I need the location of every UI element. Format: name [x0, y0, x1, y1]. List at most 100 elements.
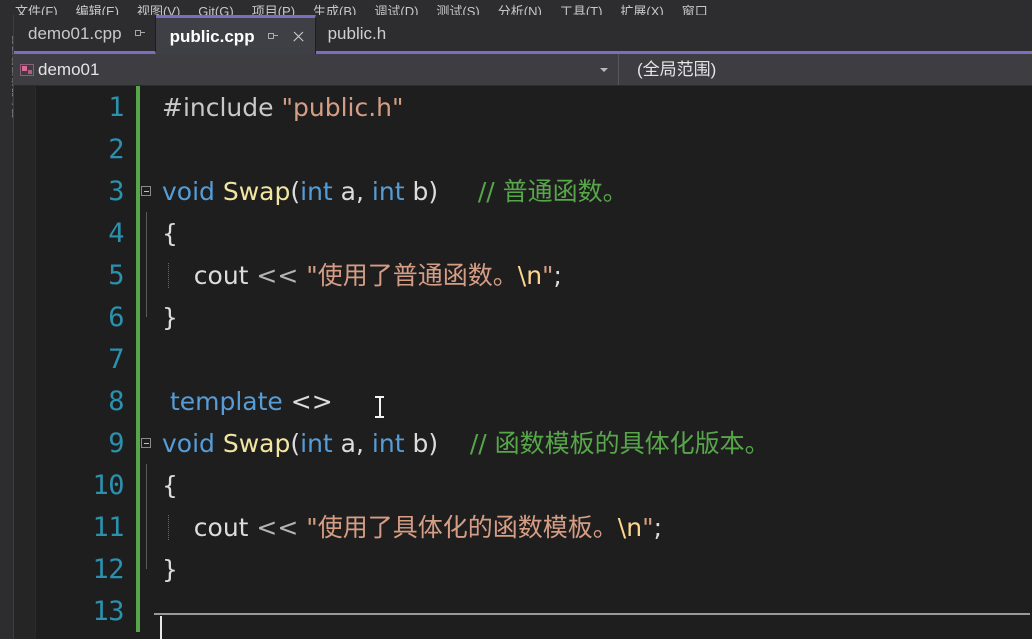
menu-item[interactable]: 文件(F) — [6, 5, 67, 15]
project-scope-dropdown[interactable]: demo01 — [14, 54, 618, 85]
code-text[interactable]: } — [154, 557, 1032, 582]
project-icon — [20, 63, 34, 76]
code-token: b) — [404, 176, 439, 206]
code-editor[interactable]: 1 #include "public.h" 2 3 void Swap(int a, i… — [14, 86, 1032, 639]
code-token: << — [256, 260, 307, 290]
editor-tab-label: public.h — [327, 23, 387, 43]
code-token: cout — [162, 260, 257, 290]
menu-item[interactable]: 测试(S) — [427, 5, 488, 15]
code-token: Swap — [222, 176, 291, 206]
indent-guide — [168, 514, 169, 540]
project-scope-value: demo01 — [38, 60, 100, 79]
code-line[interactable]: 12} — [36, 548, 1032, 590]
menu-item[interactable]: 工具(T) — [551, 5, 612, 15]
editor-tab[interactable]: public.cpp — [155, 15, 316, 54]
outlining-guide — [140, 86, 154, 128]
code-token: << — [256, 512, 307, 542]
code-text[interactable]: { — [154, 473, 1032, 498]
menu-item[interactable]: Git(G) — [189, 5, 242, 15]
visual-studio-window: 文件(F) 编辑(E) 视图(V) Git(G) 项目(P) 生成(B) 调试(D) 测试(S… — [0, 0, 1032, 639]
code-text[interactable]: cout << "使用了普通函数。\n"; — [154, 260, 1032, 290]
editor-tab[interactable]: demo01.cpp — [14, 15, 156, 54]
editor-lines[interactable]: 1 #include "public.h" 2 3 void Swap(int a, i… — [36, 86, 1032, 639]
editor-tab-label: demo01.cpp — [28, 23, 122, 43]
code-token: { — [162, 470, 178, 500]
line-number: 5 — [108, 259, 124, 291]
code-token: #include — [162, 92, 282, 122]
code-text[interactable]: cout << "使用了具体化的函数模板。\n"; — [154, 512, 1032, 542]
code-token: a, — [332, 176, 372, 206]
code-line[interactable]: 11 cout << "使用了具体化的函数模板。\n"; — [36, 506, 1032, 548]
code-token: " — [542, 260, 554, 290]
code-line[interactable]: 7 — [36, 338, 1032, 380]
pin-icon[interactable] — [267, 31, 278, 42]
menu-item[interactable]: 调试(D) — [365, 5, 427, 15]
code-text[interactable]: { — [154, 221, 1032, 246]
document-tab-bar: demo01.cpp public.cpp public.h — [14, 15, 1032, 54]
outlining-guide — [140, 128, 154, 170]
collapse-toggle-icon[interactable] — [140, 170, 154, 212]
code-line[interactable]: 8 template <> — [36, 380, 1032, 422]
line-number: 9 — [108, 427, 124, 459]
code-text[interactable]: template <> — [154, 389, 1032, 414]
code-token: int — [371, 428, 405, 458]
code-line[interactable]: 9 void Swap(int a, int b) // 函数模板的具体化版本。 — [36, 422, 1032, 464]
menu-item[interactable]: 视图(V) — [128, 5, 189, 15]
code-line[interactable]: 2 — [36, 128, 1032, 170]
code-line[interactable]: 3 void Swap(int a, int b) // 普通函数。 — [36, 170, 1032, 212]
code-token: "使用了普通函数。 — [306, 260, 518, 290]
editor-tab-label: public.cpp — [169, 26, 255, 46]
code-token: int — [300, 428, 333, 458]
code-text[interactable]: #include "public.h" — [154, 95, 1032, 120]
line-number: 2 — [108, 133, 124, 165]
line-number: 1 — [108, 91, 124, 123]
menu-item[interactable]: 生成(B) — [304, 5, 365, 15]
outlining-guide — [140, 254, 154, 296]
code-token: // 函数模板的具体化版本。 — [469, 428, 770, 458]
line-number: 11 — [92, 511, 124, 543]
code-token: \n — [517, 260, 543, 290]
line-number: 8 — [108, 385, 124, 417]
editor-tab[interactable]: public.h — [315, 15, 1032, 54]
code-token: } — [162, 302, 178, 332]
code-text[interactable]: } — [154, 305, 1032, 330]
outlining-guide — [140, 590, 154, 632]
code-token: Swap — [222, 428, 291, 458]
menu-item[interactable]: 窗口 — [673, 5, 717, 15]
indent-guide — [168, 262, 169, 288]
code-line[interactable]: 13 — [36, 590, 1032, 639]
code-text[interactable]: void Swap(int a, int b) // 普通函数。 — [154, 179, 1032, 204]
code-token: int — [300, 176, 333, 206]
close-icon[interactable] — [292, 30, 305, 43]
line-number: 4 — [108, 217, 124, 249]
docked-tool-strip[interactable]: 服务器资源管理器 — [0, 15, 14, 639]
code-line[interactable]: 10 { — [36, 464, 1032, 506]
outlining-guide — [140, 464, 154, 506]
indicator-margin[interactable] — [14, 86, 36, 639]
text-caret — [160, 616, 162, 639]
outlining-guide — [140, 380, 154, 422]
menu-item[interactable]: 项目(P) — [243, 5, 304, 15]
member-scope-dropdown[interactable]: (全局范围) — [618, 54, 1032, 85]
code-token: ; — [653, 512, 662, 542]
line-number: 13 — [92, 595, 124, 627]
code-line[interactable]: 5 cout << "使用了普通函数。\n"; — [36, 254, 1032, 296]
outlining-guide — [140, 338, 154, 380]
menu-item[interactable]: 扩展(X) — [611, 5, 672, 15]
menu-item[interactable]: 编辑(E) — [67, 5, 128, 15]
code-token: "使用了具体化的函数模板。 — [306, 512, 618, 542]
outlining-guide — [140, 548, 154, 590]
code-line[interactable]: 1 #include "public.h" — [36, 86, 1032, 128]
code-token: a, — [332, 428, 372, 458]
code-line[interactable]: 6} — [36, 296, 1032, 338]
menu-item[interactable]: 分析(N) — [489, 5, 551, 15]
menu-bar: 文件(F) 编辑(E) 视图(V) Git(G) 项目(P) 生成(B) 调试(D) 测试(S… — [0, 0, 1032, 15]
pin-icon[interactable] — [134, 28, 145, 39]
line-number: 12 — [92, 553, 124, 585]
line-number: 6 — [108, 301, 124, 333]
code-text[interactable]: void Swap(int a, int b) // 函数模板的具体化版本。 — [154, 431, 1032, 456]
collapse-toggle-icon[interactable] — [140, 422, 154, 464]
code-line[interactable]: 4{ — [36, 212, 1032, 254]
chevron-down-icon[interactable] — [600, 67, 608, 72]
outlining-guide — [140, 296, 154, 338]
